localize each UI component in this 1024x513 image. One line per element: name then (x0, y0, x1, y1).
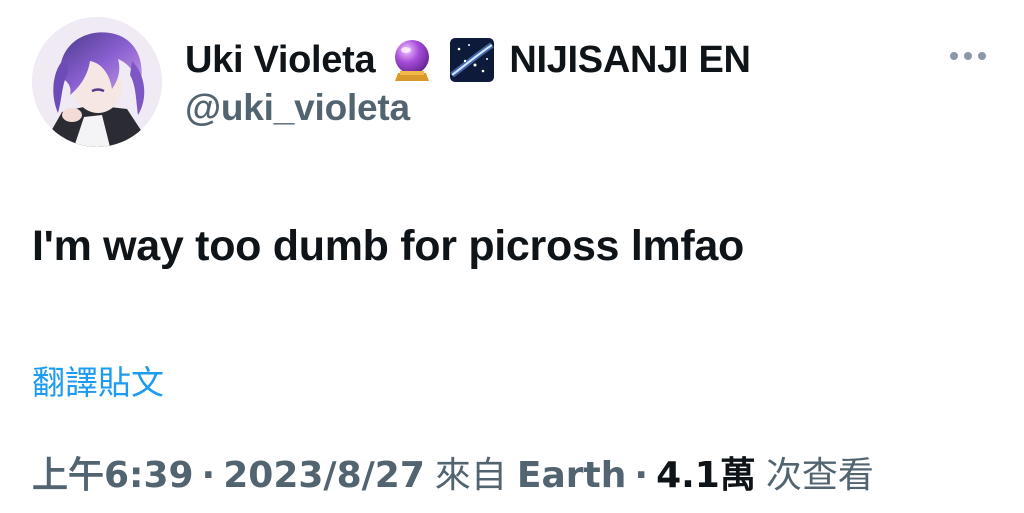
avatar-illustration (32, 17, 162, 147)
tweet-time[interactable]: 上午6:39 (32, 446, 194, 498)
tweet-text: I'm way too dumb for picross lmfao (32, 222, 745, 270)
affiliation-label: NIJISANJI EN (509, 38, 751, 81)
tweet-card: Uki Violeta NIJISANJI EN @uki_violeta I'… (0, 0, 1024, 513)
more-dots-icon (950, 52, 986, 60)
display-name[interactable]: Uki Violeta (185, 39, 376, 82)
author-name-row[interactable]: Uki Violeta NIJISANJI EN (185, 30, 751, 90)
milky-way-icon (449, 37, 495, 83)
views-label: 次查看 (765, 455, 874, 496)
user-handle[interactable]: @uki_violeta (185, 87, 410, 129)
source-prefix: 來自 (434, 455, 507, 496)
separator: · (201, 455, 216, 496)
view-count[interactable]: 4.1萬 (656, 446, 756, 498)
translate-post-link[interactable]: 翻譯貼文 (32, 356, 164, 404)
tweet-meta: 上午6:39 · 2023/8/27 來自 Earth · 4.1萬 次查看 (32, 446, 874, 498)
tweet-source: Earth (516, 455, 627, 496)
crystal-ball-icon (389, 37, 435, 83)
tweet-date[interactable]: 2023/8/27 (223, 455, 425, 496)
avatar[interactable] (32, 17, 162, 147)
more-options-button[interactable] (944, 38, 992, 74)
separator: · (634, 455, 649, 496)
